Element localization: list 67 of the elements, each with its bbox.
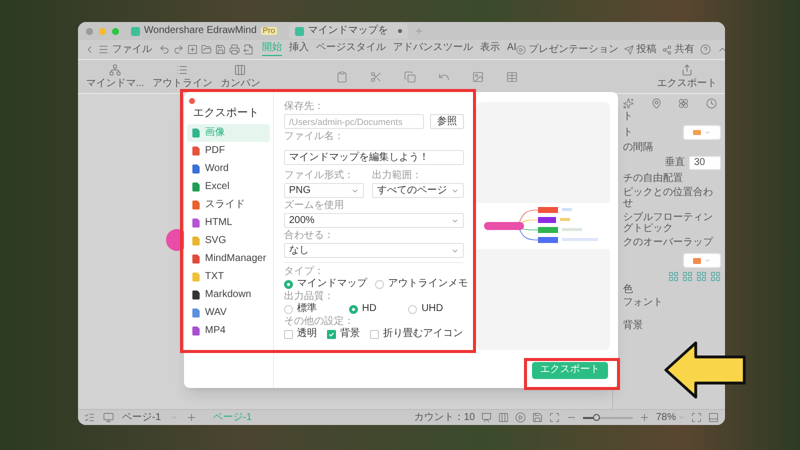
dialog-title: エクスポート <box>193 108 260 119</box>
format-item[interactable]: PDF <box>187 142 270 160</box>
toolbar-action[interactable]: 共有 <box>662 44 694 54</box>
file-name-field[interactable]: マインドマップを編集しよう！ <box>284 150 464 165</box>
panel-label: 垂直 <box>665 158 685 168</box>
format-item[interactable]: TXT <box>187 268 270 286</box>
panel-heading: ト <box>623 112 634 122</box>
format-item[interactable]: スライド <box>187 196 270 214</box>
field-label: タイプ： <box>284 267 325 277</box>
ribbon-tab[interactable]: 表示 <box>480 43 500 56</box>
panel-option[interactable]: シブルフローティングトピック <box>623 212 721 234</box>
field-label: 出力範囲： <box>372 171 423 181</box>
format-item[interactable]: MindManager <box>187 250 270 268</box>
spin-field[interactable]: 30 <box>689 156 721 170</box>
ribbon-button[interactable]: マインドマ... <box>84 64 146 89</box>
panel-label: の間隔 <box>623 143 654 153</box>
panel-option[interactable]: クのオーバーラップ <box>623 237 721 248</box>
ribbon-tab[interactable]: アドバンスツール <box>393 43 473 56</box>
ribbon-tab[interactable]: ページスタイル <box>316 43 386 56</box>
field-label: その他の設定： <box>284 317 355 327</box>
dropdown-field[interactable]: すべてのページ <box>372 183 464 198</box>
panel-label: ト <box>623 128 633 138</box>
panel-label: 背景 <box>623 321 644 331</box>
save-path-field[interactable]: /Users/admin-pc/Documents <box>284 114 424 129</box>
format-item[interactable]: SVG <box>187 232 270 250</box>
browse-button[interactable]: 参照 <box>430 114 464 129</box>
radio-label: マインドマップ <box>297 279 367 289</box>
export-ribbon-button[interactable]: エクスポート <box>657 64 717 89</box>
field-label: ファイル形式： <box>284 171 355 181</box>
file-menu[interactable]: ファイル <box>112 44 152 54</box>
field-label: 保存先： <box>284 102 325 112</box>
radio-label: UHD <box>421 304 444 314</box>
toolbar-action[interactable]: 投稿 <box>624 44 656 54</box>
ribbon-button[interactable]: カンバン <box>218 64 262 89</box>
radio-label: 標準 <box>297 304 317 314</box>
radio-label: HD <box>362 304 376 314</box>
dropdown-field[interactable]: 200% <box>284 213 464 228</box>
format-item[interactable]: HTML <box>187 214 270 232</box>
panel-label: 色 <box>623 285 634 295</box>
radio-label: アウトラインメモ <box>388 279 468 289</box>
field-label: ファイル名： <box>284 132 345 142</box>
field-label: 出力品質： <box>284 292 335 302</box>
panel-option[interactable]: ピックとの位置合わせ <box>623 187 721 209</box>
zoom-select[interactable]: 78% <box>656 412 685 422</box>
window-tab[interactable]: マインドマップを <box>289 23 408 39</box>
panel-option[interactable]: チの自由配置 <box>623 173 721 184</box>
checkbox-label: 背景 <box>340 329 360 339</box>
ribbon-tab[interactable]: 挿入 <box>289 43 309 56</box>
format-item[interactable]: Excel <box>187 178 270 196</box>
pro-badge: Pro <box>260 27 278 35</box>
window-tab[interactable]: Wondershare EdrawMind Pro <box>125 23 284 39</box>
ribbon-button[interactable]: アウトライン <box>150 64 214 89</box>
format-item[interactable]: Markdown <box>187 286 270 304</box>
page-select[interactable]: ページ-1 <box>122 412 178 422</box>
toolbar-action[interactable]: プレゼンテーション <box>516 44 618 54</box>
format-item[interactable]: WAV <box>187 304 270 322</box>
checkbox-label: 透明 <box>297 329 317 339</box>
field-label: ズームを使用 <box>284 201 345 211</box>
field-label: 合わせる： <box>284 231 335 241</box>
checkbox-label: 折り畳むアイコン <box>383 329 463 339</box>
ribbon-tab[interactable]: AI <box>507 43 516 56</box>
panel-label: フォント <box>623 298 664 308</box>
format-item[interactable]: MP4 <box>187 322 270 340</box>
dropdown-field[interactable]: PNG <box>284 183 364 198</box>
word-count: カウント：10 <box>414 412 475 422</box>
dropdown-field[interactable]: なし <box>284 243 464 258</box>
format-item[interactable]: Word <box>187 160 270 178</box>
